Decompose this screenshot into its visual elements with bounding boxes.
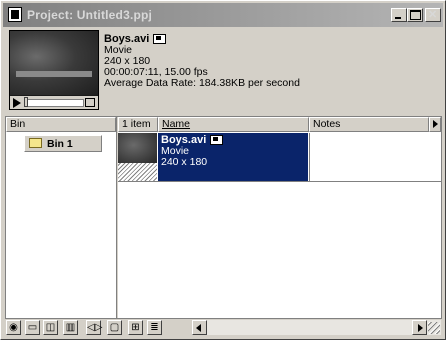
video-frame: [10, 31, 98, 95]
resize-grip-icon[interactable]: [428, 322, 440, 334]
table-row[interactable]: Boys.avi Movie 240 x 180: [118, 133, 441, 181]
bin-panel: Bin 1 item Name Notes Bin 1 Boys.avi Mov…: [5, 116, 442, 319]
minimize-button[interactable]: [391, 8, 407, 22]
preview-slider[interactable]: [24, 99, 84, 107]
maximize-button[interactable]: [407, 8, 423, 22]
thumbnail-view-icon[interactable]: ▢: [107, 320, 122, 335]
project-window: Project: Untitled3.ppj Boys.avi Movie 24…: [0, 0, 446, 340]
preview-controls: [10, 96, 98, 109]
title-bar[interactable]: Project: Untitled3.ppj: [3, 3, 443, 27]
project-app-icon: [8, 7, 22, 22]
window-title: Project: Untitled3.ppj: [27, 8, 153, 22]
film-icon: [210, 135, 224, 146]
slider-knob[interactable]: [24, 97, 28, 107]
folder-icon: [29, 138, 42, 148]
trash-icon[interactable]: ▥: [63, 320, 78, 335]
horizontal-scrollbar[interactable]: [192, 320, 441, 335]
scroll-left-icon[interactable]: [192, 320, 207, 335]
clip-data-rate: Average Data Rate: 184.38KB per second: [104, 77, 300, 89]
close-button[interactable]: [425, 8, 441, 22]
scroll-right-icon[interactable]: [412, 320, 427, 335]
selected-clip-cell[interactable]: Boys.avi Movie 240 x 180: [158, 133, 308, 181]
row-divider: [118, 181, 441, 182]
preview-area: Boys.avi Movie 240 x 180 00:00:07:11, 15…: [3, 27, 443, 115]
binoculars-icon[interactable]: ◉: [6, 320, 21, 335]
preview-thumbnail[interactable]: [9, 30, 99, 110]
bin-item[interactable]: Bin 1: [24, 135, 102, 152]
new-bin-icon[interactable]: ▭: [25, 320, 40, 335]
clip-info: Boys.avi Movie 240 x 180 00:00:07:11, 15…: [104, 34, 300, 89]
bin-item-label: Bin 1: [47, 138, 73, 150]
item-count-header: 1 item: [118, 117, 158, 132]
list-view-icon[interactable]: ≣: [147, 320, 162, 335]
bottom-toolbar: ◉ ▭ ◫ ▥ ◁▷ ▢ ⊞ ≣: [5, 319, 442, 336]
column-scroll-right-icon[interactable]: [429, 117, 441, 132]
film-icon: [153, 34, 167, 45]
rate-icon[interactable]: ◁▷: [86, 320, 102, 335]
clip-thumbnail-frame: [118, 133, 157, 163]
notes-column-header[interactable]: Notes: [309, 117, 429, 132]
icon-view-icon[interactable]: ⊞: [128, 320, 143, 335]
row-notes-cell[interactable]: [309, 133, 441, 181]
poster-frame-icon[interactable]: [85, 98, 95, 107]
name-column-header[interactable]: Name: [158, 117, 309, 132]
row-clip-dimensions: 240 x 180: [161, 156, 208, 168]
new-item-icon[interactable]: ◫: [43, 320, 58, 335]
frame-track: [16, 71, 92, 77]
clip-thumbnail: [118, 133, 157, 181]
bin-column-header[interactable]: Bin: [6, 117, 116, 132]
play-icon[interactable]: [13, 98, 21, 108]
